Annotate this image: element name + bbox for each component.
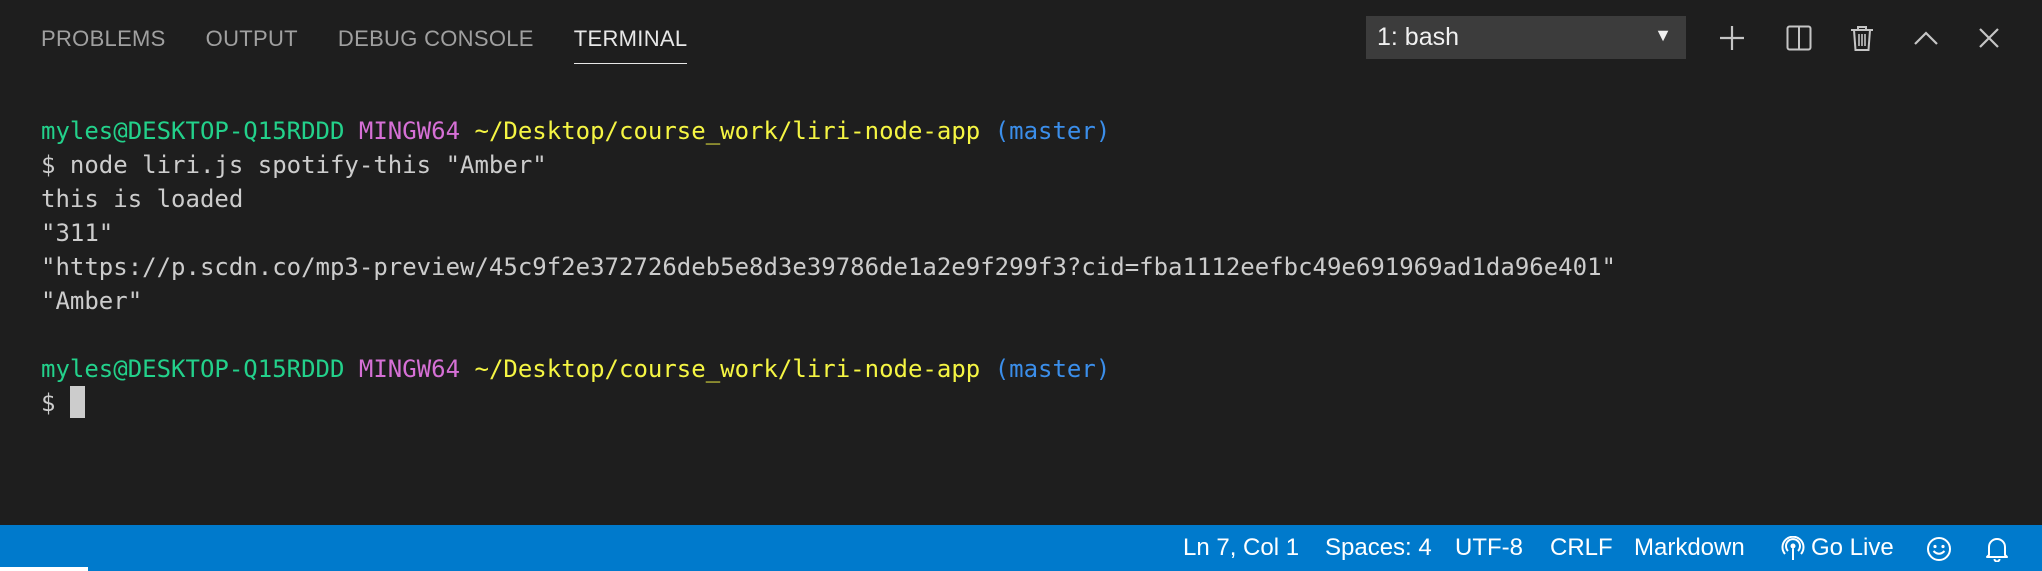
output-line: "Amber" <box>41 287 143 315</box>
prompt-line: myles@DESKTOP-Q15RDDD MINGW64 ~/Desktop/… <box>41 352 1110 386</box>
tab-terminal[interactable]: TERMINAL <box>573 0 688 78</box>
vscode-panel: PROBLEMS OUTPUT DEBUG CONSOLE TERMINAL 1… <box>0 0 2042 571</box>
prompt-line: myles@DESKTOP-Q15RDDD MINGW64 ~/Desktop/… <box>41 114 1110 148</box>
chevron-up-icon <box>1914 30 1938 45</box>
panel-tabs: PROBLEMS OUTPUT DEBUG CONSOLE TERMINAL <box>41 0 727 78</box>
go-live-label: Go Live <box>1811 534 1894 561</box>
smiley-icon <box>1927 536 1951 561</box>
panel-header: PROBLEMS OUTPUT DEBUG CONSOLE TERMINAL 1… <box>0 0 2042 78</box>
input-line[interactable]: $ <box>41 386 85 420</box>
cursor-position[interactable]: Ln 7, Col 1 <box>1183 525 1299 571</box>
output-line: "311" <box>41 219 114 247</box>
prompt-branch: (master) <box>994 117 1111 145</box>
prompt-host: MINGW64 <box>358 117 461 145</box>
terminal-select-value: 1: bash <box>1377 23 1460 51</box>
maximize-panel-button[interactable] <box>1904 16 1948 59</box>
status-bar: Ln 7, Col 1 Spaces: 4 UTF-8 CRLF Markdow… <box>0 525 2042 571</box>
trash-icon <box>1851 25 1873 51</box>
prompt-path: ~/Desktop/course_work/liri-node-app <box>474 355 981 383</box>
indentation-setting[interactable]: Spaces: 4 <box>1325 525 1432 571</box>
dropdown-caret-icon: ▼ <box>1654 25 1672 45</box>
bell-icon <box>1986 537 2008 563</box>
command-line: $ node liri.js spotify-this "Amber" <box>41 151 547 179</box>
close-icon <box>1979 27 1999 48</box>
output-line: "https://p.scdn.co/mp3-preview/45c9f2e37… <box>41 253 1616 281</box>
prompt-host: MINGW64 <box>358 355 461 383</box>
broadcast-icon <box>1781 535 1805 560</box>
plus-icon <box>1720 25 1744 50</box>
bottom-edge-strip <box>0 567 88 571</box>
terminal-output[interactable]: myles@DESKTOP-Q15RDDD MINGW64 ~/Desktop/… <box>0 78 2042 525</box>
new-terminal-button[interactable] <box>1710 16 1754 59</box>
language-mode[interactable]: Markdown <box>1634 525 1745 571</box>
terminal-cursor <box>69 386 85 418</box>
notifications-button[interactable] <box>1985 525 2009 571</box>
encoding-setting[interactable]: UTF-8 <box>1455 525 1523 571</box>
go-live-button[interactable]: Go Live <box>1781 525 1894 571</box>
prompt-path: ~/Desktop/course_work/liri-node-app <box>474 117 981 145</box>
tab-problems[interactable]: PROBLEMS <box>41 0 166 78</box>
tab-output[interactable]: OUTPUT <box>206 0 298 78</box>
tab-debug-console[interactable]: DEBUG CONSOLE <box>338 0 534 78</box>
prompt-branch: (master) <box>994 355 1111 383</box>
eol-setting[interactable]: CRLF <box>1550 525 1613 571</box>
prompt-user: myles@DESKTOP-Q15RDDD <box>41 355 345 383</box>
prompt-user: myles@DESKTOP-Q15RDDD <box>41 117 345 145</box>
split-icon <box>1786 25 1812 50</box>
kill-terminal-button[interactable] <box>1840 16 1884 59</box>
terminal-instance-select[interactable]: 1: bash ▼ <box>1366 16 1686 59</box>
feedback-button[interactable] <box>1926 525 1952 571</box>
close-panel-button[interactable] <box>1967 16 2011 59</box>
split-terminal-button[interactable] <box>1777 16 1821 59</box>
output-line: this is loaded <box>41 185 244 213</box>
input-prompt-symbol: $ <box>41 389 56 417</box>
